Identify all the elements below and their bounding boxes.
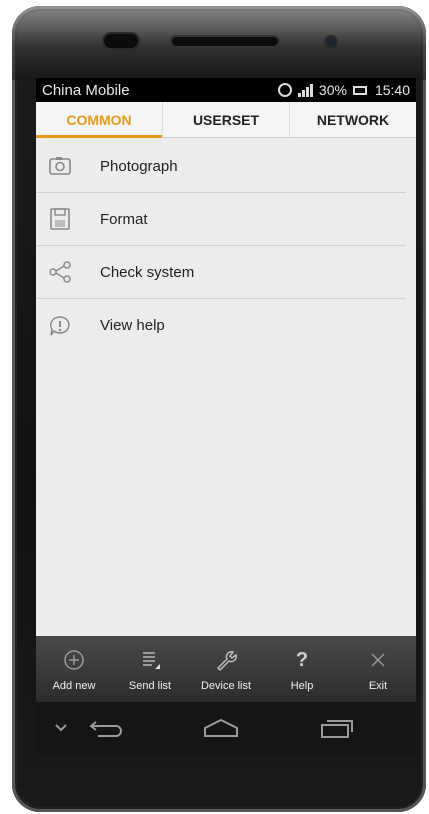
signal-icon — [297, 83, 313, 97]
add-new-button[interactable]: Add new — [36, 636, 112, 702]
menu-list: Photograph Format Check system View help — [36, 140, 416, 352]
chevron-down-icon[interactable] — [36, 724, 86, 732]
tab-label: USERSET — [192, 111, 260, 128]
alarm-icon — [277, 83, 292, 97]
tab-label: NETWORK — [316, 111, 390, 128]
action-label: Exit — [368, 680, 388, 692]
menu-item-format[interactable]: Format — [36, 193, 406, 246]
system-nav-bar — [36, 702, 416, 754]
menu-item-label: Photograph — [100, 157, 178, 175]
tab-bar: COMMON USERSET NETWORK — [36, 102, 416, 138]
battery-percent: 30% — [318, 82, 347, 98]
action-label: Add new — [52, 680, 96, 692]
tab-userset[interactable]: USERSET — [163, 102, 290, 137]
menu-item-label: View help — [100, 317, 165, 334]
status-indicators: 30% 15:40 — [277, 82, 410, 98]
sensor-icon — [104, 34, 138, 48]
send-list-button[interactable]: Send list — [112, 636, 188, 702]
back-icon[interactable] — [86, 717, 126, 739]
action-label: Help — [290, 680, 314, 692]
menu-item-label: Format — [100, 210, 148, 228]
tab-label: COMMON — [66, 111, 132, 128]
menu-item-view-help[interactable]: View help — [36, 299, 406, 352]
menu-item-photograph[interactable]: Photograph — [36, 140, 406, 193]
list-icon — [138, 648, 162, 672]
front-camera-icon — [326, 37, 336, 47]
action-label: Device list — [200, 680, 252, 692]
exit-button[interactable]: Exit — [340, 636, 416, 702]
screen: China Mobile 30% 15:40 COMMON USERSET NE… — [36, 78, 416, 754]
menu-item-label: Check system — [100, 263, 195, 281]
carrier-name: China Mobile — [42, 81, 130, 99]
bottom-action-bar: Add new Send list Device list ? Help Exi… — [36, 636, 416, 702]
tab-network[interactable]: NETWORK — [290, 102, 416, 137]
recent-apps-icon[interactable] — [317, 717, 357, 739]
device-list-button[interactable]: Device list — [188, 636, 264, 702]
battery-icon — [352, 85, 367, 95]
earpiece-speaker — [172, 37, 278, 46]
wrench-icon — [214, 648, 238, 672]
action-label: Send list — [128, 680, 172, 692]
info-bubble-icon — [48, 315, 72, 337]
floppy-disk-icon — [48, 208, 72, 230]
close-icon — [366, 648, 390, 672]
clock: 15:40 — [374, 82, 410, 98]
plus-circle-icon — [62, 648, 86, 672]
help-button[interactable]: ? Help — [264, 636, 340, 702]
tab-common[interactable]: COMMON — [36, 102, 163, 138]
home-icon[interactable] — [201, 717, 241, 739]
question-icon: ? — [295, 648, 309, 671]
menu-item-check-system[interactable]: Check system — [36, 246, 406, 299]
share-nodes-icon — [48, 261, 72, 283]
status-bar: China Mobile 30% 15:40 — [36, 78, 416, 102]
camera-icon — [48, 155, 72, 177]
